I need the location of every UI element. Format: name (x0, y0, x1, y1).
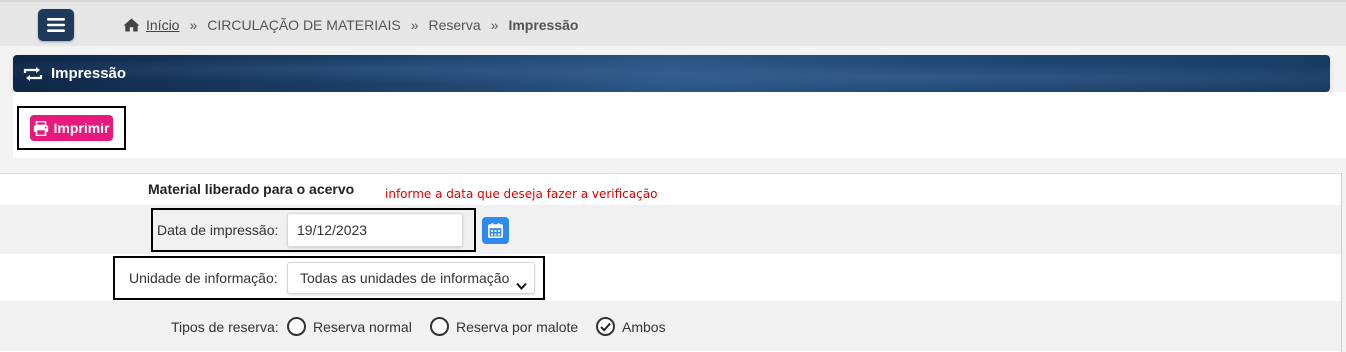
breadcrumb-home-link[interactable]: Início (146, 17, 179, 33)
breadcrumb-item-reserva[interactable]: Reserva (429, 17, 481, 33)
calendar-icon (488, 223, 503, 238)
calendar-button[interactable] (482, 217, 509, 244)
hamburger-icon (47, 18, 65, 32)
reserve-type-label: Tipos de reserva: (171, 319, 279, 335)
print-button-label: Imprimir (53, 120, 110, 136)
radio-ambos[interactable]: Ambos (596, 317, 666, 336)
breadcrumb-item-circulacao[interactable]: CIRCULAÇÃO DE MATERIAIS (207, 17, 400, 33)
hint-annotation: informe a data que deseja fazer a verifi… (385, 187, 658, 201)
date-label: Data de impressão: (157, 222, 279, 238)
unit-label: Unidade de informação: (129, 270, 278, 286)
radio-reserva-malote[interactable]: Reserva por malote (430, 317, 578, 336)
toolbar-card (13, 92, 1346, 158)
unit-select-value: Todas as unidades de informação (300, 270, 510, 286)
repeat-icon (23, 66, 43, 81)
breadcrumb-separator: » (410, 17, 419, 33)
page-title-bar: Impressão (13, 55, 1330, 92)
breadcrumb-separator: » (490, 17, 499, 33)
page-title: Impressão (51, 65, 127, 82)
radio-circle (430, 317, 449, 336)
breadcrumb: Início » CIRCULAÇÃO DE MATERIAIS » Reser… (123, 17, 578, 33)
radio-label: Ambos (622, 318, 666, 335)
radio-label: Reserva por malote (456, 318, 579, 335)
radio-circle-checked (596, 317, 615, 336)
section-title: Material liberado para o acervo (148, 181, 355, 197)
top-bar: Início » CIRCULAÇÃO DE MATERIAIS » Reser… (0, 0, 1346, 46)
radio-circle (287, 317, 306, 336)
date-input[interactable]: 19/12/2023 (287, 213, 463, 247)
breadcrumb-current: Impressão (508, 17, 579, 33)
radio-reserva-normal[interactable]: Reserva normal (287, 317, 412, 336)
unit-select[interactable]: Todas as unidades de informação (287, 262, 535, 294)
printer-icon (34, 120, 49, 136)
check-icon (600, 322, 611, 332)
menu-button[interactable] (38, 9, 74, 41)
chevron-down-icon (516, 272, 527, 302)
breadcrumb-separator: » (189, 17, 198, 33)
radio-label: Reserva normal (313, 318, 412, 335)
print-button[interactable]: Imprimir (30, 115, 113, 141)
home-icon[interactable] (123, 18, 140, 32)
divider (1341, 173, 1342, 352)
